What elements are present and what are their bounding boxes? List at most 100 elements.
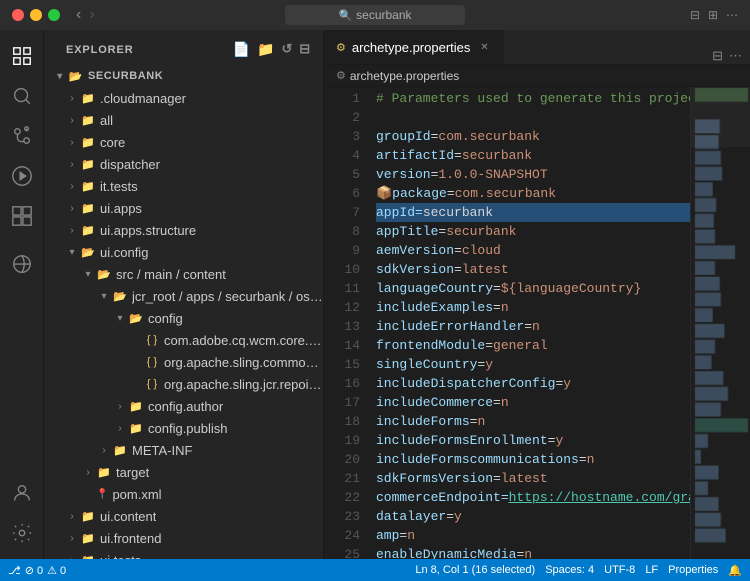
tree-uifrontend[interactable]: 📁 ui.frontend [44, 527, 323, 549]
tree-target[interactable]: 📁 target [44, 461, 323, 483]
label-com-adobe: com.adobe.cq.wcm.core.components.interna… [164, 333, 323, 348]
global-search[interactable]: 🔍 securbank [285, 5, 465, 25]
git-branch-icon: ⎇ [8, 564, 21, 577]
line-number: 8 [324, 222, 360, 241]
explorer-header: EXPLORER 📄 📁 ↺ ⊟ [44, 30, 323, 65]
tree-sling-commons[interactable]: { } org.apache.sling.commons.log.LogMana… [44, 351, 323, 373]
titlebar: ‹ › 🔍 securbank ⊟ ⊞ ⋯ [0, 0, 750, 30]
chevron-ittests [64, 178, 80, 194]
maximize-button[interactable] [48, 9, 60, 21]
status-encoding[interactable]: UTF-8 [604, 564, 635, 576]
split-icon[interactable]: ⊞ [708, 8, 718, 22]
tree-uicontent[interactable]: 📁 ui.content [44, 505, 323, 527]
layout-icon[interactable]: ⊟ [690, 8, 700, 22]
code-line: datalayer=y [376, 507, 690, 526]
root-folder[interactable]: 📂 SECURBANK [44, 65, 323, 87]
minimize-button[interactable] [30, 9, 42, 21]
tree-uitests[interactable]: 📁 ui.tests [44, 549, 323, 559]
activity-account[interactable] [4, 475, 40, 511]
tree-uiapps[interactable]: 📁 ui.apps [44, 197, 323, 219]
line-number: 5 [324, 165, 360, 184]
tree-uiconfig[interactable]: 📂 ui.config [44, 241, 323, 263]
code-line: appId=securbank [376, 203, 690, 222]
tree-config[interactable]: 📂 config [44, 307, 323, 329]
titlebar-actions: ⊟ ⊞ ⋯ [690, 8, 738, 22]
forward-arrow[interactable]: › [89, 6, 94, 24]
line-number: 4 [324, 146, 360, 165]
status-bar: ⎇ ⊘ 0 ⚠ 0 Ln 8, Col 1 (16 selected) Spac… [0, 559, 750, 581]
status-spaces[interactable]: Spaces: 4 [545, 564, 594, 576]
tree-sling-jcr[interactable]: { } org.apache.sling.jcr.repoinit.Reposi… [44, 373, 323, 395]
tree-all[interactable]: 📁 all [44, 109, 323, 131]
new-folder-icon[interactable]: 📁 [257, 41, 275, 58]
tab-close-button[interactable]: ✕ [476, 39, 492, 55]
status-notifications[interactable]: 🔔 [728, 564, 742, 577]
activity-search[interactable] [4, 78, 40, 114]
tree-src-main-content[interactable]: 📂 src / main / content [44, 263, 323, 285]
tree-jcr-root[interactable]: 📂 jcr_root / apps / securbank / osgiconf… [44, 285, 323, 307]
status-branch[interactable]: ⎇ ⊘ 0 ⚠ 0 [8, 564, 66, 577]
line-number: 12 [324, 298, 360, 317]
back-arrow[interactable]: ‹ [76, 6, 81, 24]
code-line: # Parameters used to generate this proje… [376, 89, 690, 108]
tree-cloudmanager[interactable]: 📁 .cloudmanager [44, 87, 323, 109]
root-label: SECURBANK [88, 70, 163, 82]
tree-pom-uiconfig[interactable]: 📍 pom.xml [44, 483, 323, 505]
main-container: EXPLORER 📄 📁 ↺ ⊟ 📂 SECURBANK 📁 .cloudman… [0, 30, 750, 559]
more-icon[interactable]: ⋯ [726, 8, 738, 22]
code-line: frontendModule=general [376, 336, 690, 355]
folder-icon: 📁 [80, 222, 96, 238]
pom-status-icon: 📍 [96, 489, 108, 500]
folder-open-icon: 📂 [80, 244, 96, 260]
folder-icon: 📂 [68, 68, 84, 84]
folder-icon: 📁 [80, 156, 96, 172]
tree-com-adobe[interactable]: { } com.adobe.cq.wcm.core.components.int… [44, 329, 323, 351]
new-file-icon[interactable]: 📄 [233, 41, 251, 58]
activity-settings[interactable] [4, 515, 40, 551]
activity-extensions[interactable] [4, 198, 40, 234]
line-number: 15 [324, 355, 360, 374]
tab-archetype-properties[interactable]: ⚙ archetype.properties ✕ [324, 30, 504, 64]
status-language[interactable]: Properties [668, 564, 718, 576]
folder-icon: 📁 [80, 552, 96, 559]
status-line-col[interactable]: Ln 8, Col 1 (16 selected) [415, 564, 535, 576]
code-line: includeExamples=n [376, 298, 690, 317]
tree-ittests[interactable]: 📁 it.tests [44, 175, 323, 197]
label-config-author: config.author [148, 399, 223, 414]
activity-explorer[interactable] [4, 38, 40, 74]
chevron-config-author [112, 398, 128, 414]
activity-run[interactable] [4, 158, 40, 194]
label-pom-uiconfig: pom.xml [112, 487, 161, 502]
split-editor-icon[interactable]: ⊟ [712, 48, 723, 64]
code-editor[interactable]: # Parameters used to generate this proje… [368, 87, 690, 559]
tree-uiapps-structure[interactable]: 📁 ui.apps.structure [44, 219, 323, 241]
tree-core[interactable]: 📁 core [44, 131, 323, 153]
refresh-icon[interactable]: ↺ [281, 41, 293, 58]
folder-icon: 📁 [80, 200, 96, 216]
editor-area: ⚙ archetype.properties ✕ ⊟ ⋯ ⚙ archetype… [324, 30, 750, 559]
activity-remote[interactable] [4, 246, 40, 282]
status-line-ending[interactable]: LF [645, 564, 658, 576]
folder-icon: 📁 [80, 112, 96, 128]
code-line: includeDispatcherConfig=y [376, 374, 690, 393]
chevron-meta-inf [96, 442, 112, 458]
explorer-title: EXPLORER [66, 44, 134, 56]
tree-dispatcher[interactable]: 📁 dispatcher [44, 153, 323, 175]
tab-file-icon: ⚙ [336, 41, 346, 54]
more-actions-icon[interactable]: ⋯ [729, 48, 742, 64]
activity-source-control[interactable] [4, 118, 40, 154]
folder-icon: 📁 [128, 420, 144, 436]
tree-config-publish[interactable]: 📁 config.publish [44, 417, 323, 439]
tree-config-author[interactable]: 📁 config.author [44, 395, 323, 417]
line-number: 3 [324, 127, 360, 146]
tree-meta-inf[interactable]: 📁 META-INF [44, 439, 323, 461]
chevron-jcr [96, 288, 112, 304]
errors-count: ⊘ 0 [25, 564, 43, 577]
line-number: 23 [324, 507, 360, 526]
close-button[interactable] [12, 9, 24, 21]
label-uiconfig: ui.config [100, 245, 148, 260]
code-line: includeFormsEnrollment=y [376, 431, 690, 450]
collapse-icon[interactable]: ⊟ [299, 41, 311, 58]
code-line [376, 108, 690, 127]
label-config-publish: config.publish [148, 421, 228, 436]
